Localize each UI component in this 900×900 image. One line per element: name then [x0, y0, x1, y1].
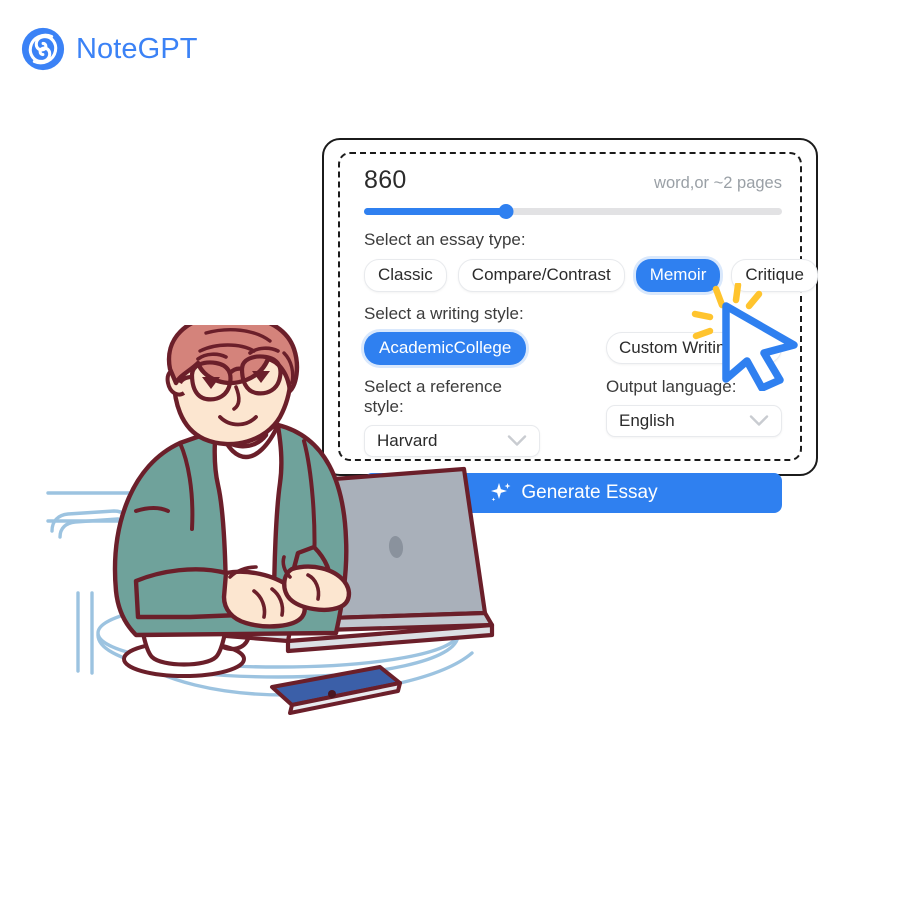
output-language-value: English: [619, 411, 675, 430]
spiral-logo-icon: [21, 27, 65, 71]
generate-essay-label: Generate Essay: [521, 482, 658, 503]
chevron-down-icon: [507, 435, 527, 446]
slider-fill: [364, 208, 507, 215]
essay-type-label: Select an essay type:: [364, 230, 526, 249]
output-language-select[interactable]: English: [606, 405, 782, 437]
page-root: NoteGPT 860 word,or ~2 pages Select an e…: [0, 0, 900, 900]
man-typing-on-laptop-illustration: [46, 325, 495, 715]
word-count-row: 860 word,or ~2 pages: [364, 166, 782, 195]
mouse-pointer-click-icon: [691, 283, 798, 391]
word-count-slider[interactable]: [364, 204, 782, 219]
word-count-note: word,or ~2 pages: [654, 174, 782, 192]
essay-type-compare-contrast[interactable]: Compare/Contrast: [457, 259, 625, 292]
brand-logo[interactable]: NoteGPT: [20, 26, 198, 72]
writing-style-label: Select a writing style:: [364, 304, 524, 323]
slider-thumb[interactable]: [498, 204, 514, 219]
essay-type-classic[interactable]: Classic: [364, 259, 447, 292]
chevron-down-icon: [749, 415, 769, 426]
brand-name: NoteGPT: [76, 32, 198, 65]
word-count-value: 860: [364, 166, 407, 194]
